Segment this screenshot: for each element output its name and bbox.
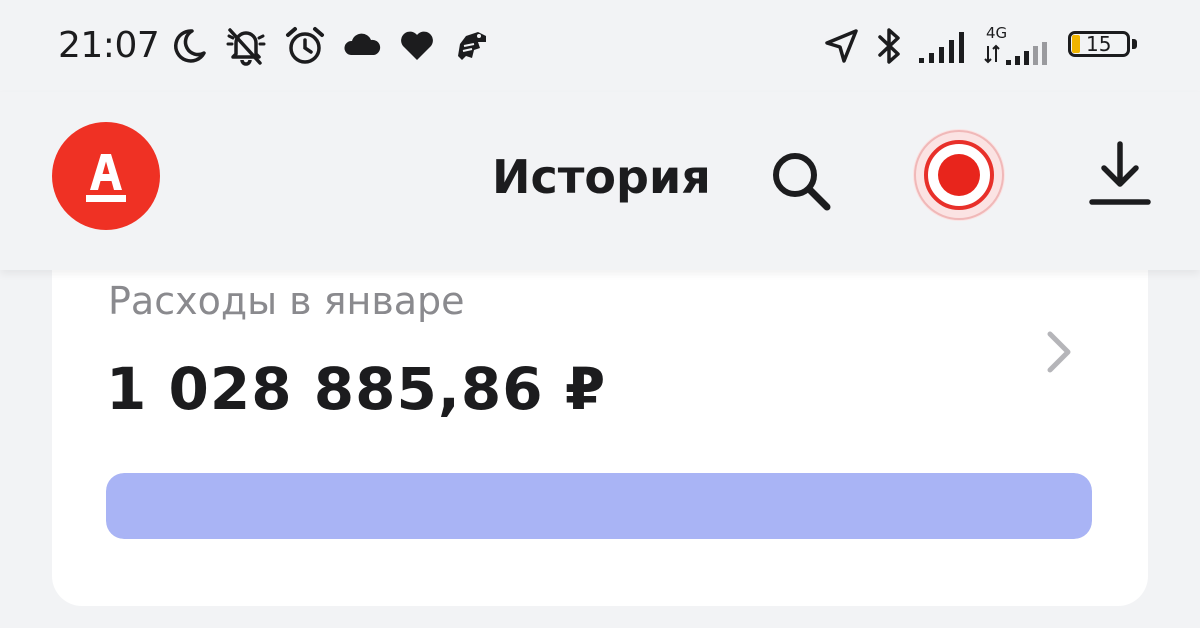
bluetooth-icon	[878, 28, 900, 64]
status-icons-left	[170, 24, 492, 68]
download-button[interactable]	[1086, 138, 1154, 210]
cloud-icon	[344, 33, 381, 55]
battery-level: 15	[1086, 32, 1112, 56]
page-title: История	[492, 150, 711, 204]
dino-icon	[458, 32, 486, 60]
heart-icon	[401, 31, 433, 60]
moon-icon	[174, 29, 206, 63]
location-arrow-icon	[825, 29, 858, 63]
signal-icon	[919, 32, 964, 63]
search-button[interactable]	[764, 144, 836, 216]
expenses-amount: 1 028 885,86 ₽	[106, 355, 607, 423]
expenses-bar-fill	[106, 473, 1092, 539]
download-icon	[1089, 141, 1151, 205]
signal-4g-icon: 4G	[984, 24, 1054, 66]
muted-bell-icon	[226, 28, 266, 66]
alarm-icon	[286, 27, 324, 64]
status-icons-right: 4G 15	[822, 24, 1140, 68]
record-icon	[913, 129, 1005, 221]
network-type: 4G	[986, 24, 1008, 42]
expenses-bar	[106, 473, 1092, 539]
search-icon	[773, 153, 831, 211]
monthly-expenses-card[interactable]: Расходы в январе 1 028 885,86 ₽	[52, 240, 1148, 606]
status-time: 21:07	[58, 25, 160, 66]
alfa-bank-logo-icon[interactable]	[52, 122, 160, 230]
record-button[interactable]	[910, 126, 1008, 224]
app-header: История	[0, 92, 1200, 270]
chevron-right-icon[interactable]	[1040, 328, 1080, 376]
expenses-label: Расходы в январе	[108, 279, 465, 323]
battery-fill	[1072, 35, 1080, 53]
status-bar: 21:07 4G 15	[0, 0, 1200, 92]
battery-icon: 15	[1068, 31, 1140, 61]
